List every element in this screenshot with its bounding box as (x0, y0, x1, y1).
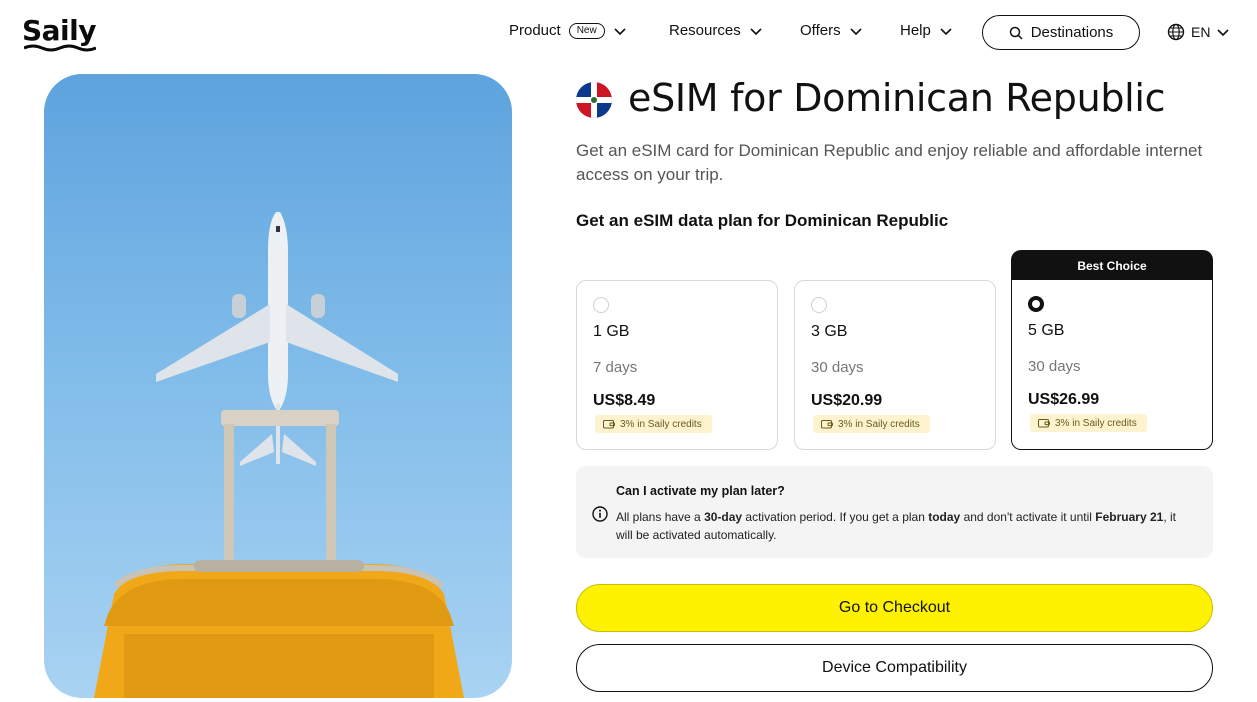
wallet-icon (1038, 419, 1050, 428)
faq-answer: All plans have a 30-day activation perio… (616, 508, 1186, 544)
faq-answer-text: All plans have a (616, 510, 705, 524)
page-title: eSIM for Dominican Republic (628, 76, 1166, 120)
dominican-republic-flag-icon (576, 82, 612, 118)
page-subtitle: Get an eSIM card for Dominican Republic … (576, 141, 1203, 184)
plan-data: 1 GB (593, 323, 630, 340)
faq-answer-bold: February 21 (1095, 510, 1164, 524)
plan-price: US$8.49 (593, 392, 656, 409)
credits-label: 3% in Saily credits (1055, 417, 1137, 429)
nav-offers[interactable]: Offers (800, 22, 863, 39)
credits-label: 3% in Saily credits (620, 418, 702, 430)
plan-radio[interactable] (593, 297, 609, 313)
top-navigation: Product New Resources Offers Help Destin… (0, 14, 1257, 50)
plan-price: US$26.99 (1028, 391, 1100, 408)
plan-price: US$20.99 (811, 392, 883, 409)
airplane-over-suitcase-illustration (94, 212, 464, 698)
plan-duration: 30 days (1028, 358, 1081, 375)
nav-resources-label: Resources (669, 22, 741, 39)
chevron-down-icon (940, 27, 952, 35)
hero-image (44, 74, 512, 698)
plan-duration: 7 days (593, 359, 638, 376)
nav-offers-label: Offers (800, 22, 841, 39)
nav-product-label: Product (509, 22, 561, 39)
plan-radio-selected[interactable] (1028, 296, 1044, 312)
new-badge: New (568, 22, 605, 39)
credits-badge: 3% in Saily credits (595, 415, 712, 433)
handle-grip (221, 410, 339, 426)
globe-icon (1167, 23, 1185, 41)
plan-radio[interactable] (811, 297, 827, 313)
device-compatibility-button[interactable]: Device Compatibility (576, 644, 1213, 692)
chevron-down-icon (850, 27, 862, 35)
nav-help-label: Help (900, 22, 931, 39)
info-icon (592, 506, 608, 522)
plan-card-3gb[interactable]: 3 GB 30 days US$20.99 3% in Saily credit… (794, 280, 996, 450)
credits-label: 3% in Saily credits (838, 418, 920, 430)
faq-answer-text: and don't activate it until (960, 510, 1096, 524)
language-selector[interactable]: EN (1167, 23, 1230, 41)
nav-help[interactable]: Help (900, 22, 953, 39)
go-to-checkout-button[interactable]: Go to Checkout (576, 584, 1213, 632)
plan-data: 5 GB (1028, 322, 1065, 339)
nav-product[interactable]: Product New (509, 22, 627, 39)
plan-data: 3 GB (811, 323, 848, 340)
faq-answer-bold: today (928, 510, 961, 524)
chevron-down-icon (1217, 29, 1230, 37)
credits-badge: 3% in Saily credits (1030, 414, 1147, 432)
chevron-down-icon (614, 27, 626, 35)
airplane-icon (156, 212, 398, 466)
wallet-icon (603, 420, 615, 429)
chevron-down-icon (750, 27, 762, 35)
credits-badge: 3% in Saily credits (813, 415, 930, 433)
destinations-button[interactable]: Destinations (982, 15, 1140, 50)
best-choice-badge: Best Choice (1011, 250, 1213, 281)
destinations-label: Destinations (1030, 24, 1114, 41)
faq-answer-bold: 30-day (704, 510, 743, 524)
faq-question: Can I activate my plan later? (616, 484, 785, 498)
plan-card-5gb[interactable]: 5 GB 30 days US$26.99 3% in Saily credit… (1011, 280, 1213, 450)
faq-answer-text: activation period. If you get a plan (742, 510, 929, 524)
nav-resources[interactable]: Resources (669, 22, 763, 39)
language-label: EN (1191, 24, 1211, 40)
wallet-icon (821, 420, 833, 429)
plan-card-1gb[interactable]: 1 GB 7 days US$8.49 3% in Saily credits (576, 280, 778, 450)
plan-heading: Get an eSIM data plan for Dominican Repu… (576, 211, 949, 230)
search-icon (1009, 26, 1023, 40)
activation-info-box: Can I activate my plan later? All plans … (576, 466, 1213, 558)
plan-duration: 30 days (811, 359, 864, 376)
